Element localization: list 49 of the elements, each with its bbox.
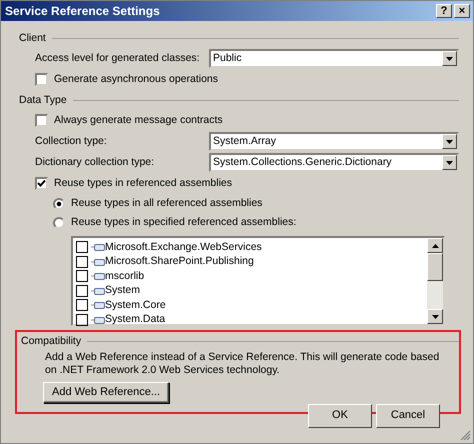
close-button[interactable]: × (454, 4, 470, 18)
dropdown-value: Public (212, 52, 243, 65)
scroll-up-icon[interactable] (427, 238, 443, 253)
radio-button[interactable] (53, 198, 65, 210)
window-title: Service Reference Settings (5, 4, 161, 18)
group-label: Data Type (19, 94, 67, 106)
checkbox[interactable] (76, 284, 88, 297)
scroll-down-icon[interactable] (427, 309, 443, 324)
dropdown-field[interactable]: System.Array (209, 132, 459, 151)
field-label: Dictionary collection type: (35, 156, 156, 169)
assembly-name: System.Core (105, 298, 166, 312)
description-text: Add a Web Reference instead of a Service Reference. This will generate code based on .NET Framework 2.0 Web Services technology. (44, 350, 440, 376)
radio-button[interactable] (53, 216, 65, 228)
assembly-icon (91, 272, 105, 280)
checkbox-label: Always generate message contracts (54, 114, 223, 127)
scroll-thumb[interactable] (427, 253, 443, 281)
checkbox-label: Reuse types in referenced assemblies (54, 177, 232, 190)
checkbox-label: Generate asynchronous operations (54, 73, 218, 86)
resize-grip-icon[interactable] (460, 430, 471, 441)
assembly-icon (91, 316, 105, 324)
add-web-reference-button[interactable]: Add Web Reference... (43, 382, 170, 404)
assembly-icon (91, 301, 105, 310)
cancel-button[interactable]: Cancel (376, 404, 440, 428)
assembly-name: Microsoft.Exchange.WebServices (105, 240, 262, 254)
assembly-name: Microsoft.SharePoint.Publishing (105, 255, 254, 268)
help-button[interactable]: ? (436, 4, 452, 18)
group-label: Client (19, 32, 46, 44)
assembly-name: System (105, 284, 140, 298)
dropdown-field[interactable]: Public (209, 49, 459, 68)
dropdown-value: System.Collections.Generic.Dictionary (212, 156, 393, 169)
checkbox[interactable] (76, 314, 88, 326)
assembly-icon (91, 286, 105, 295)
assembly-icon (91, 258, 105, 266)
checkbox[interactable] (76, 241, 88, 254)
assembly-name: System.Data (105, 313, 166, 326)
checkbox[interactable] (76, 270, 88, 282)
group-label: Compatibility (21, 334, 82, 348)
radio-label: Reuse types in all referenced assemblies (71, 197, 262, 210)
field-label: Collection type: (35, 135, 108, 148)
checkbox[interactable] (76, 256, 88, 268)
field-label: Access level for generated classes: (35, 52, 201, 65)
checkbox[interactable] (76, 299, 88, 312)
scrollbar[interactable] (427, 238, 443, 324)
assembly-icon (91, 243, 105, 252)
radio-label: Reuse types in specified referenced assemblies: (71, 216, 296, 229)
dropdown-field[interactable]: System.Collections.Generic.Dictionary (209, 153, 459, 172)
dropdown-value: System.Array (212, 135, 278, 148)
assembly-name: mscorlib (105, 270, 144, 283)
ok-button[interactable]: OK (308, 404, 372, 428)
